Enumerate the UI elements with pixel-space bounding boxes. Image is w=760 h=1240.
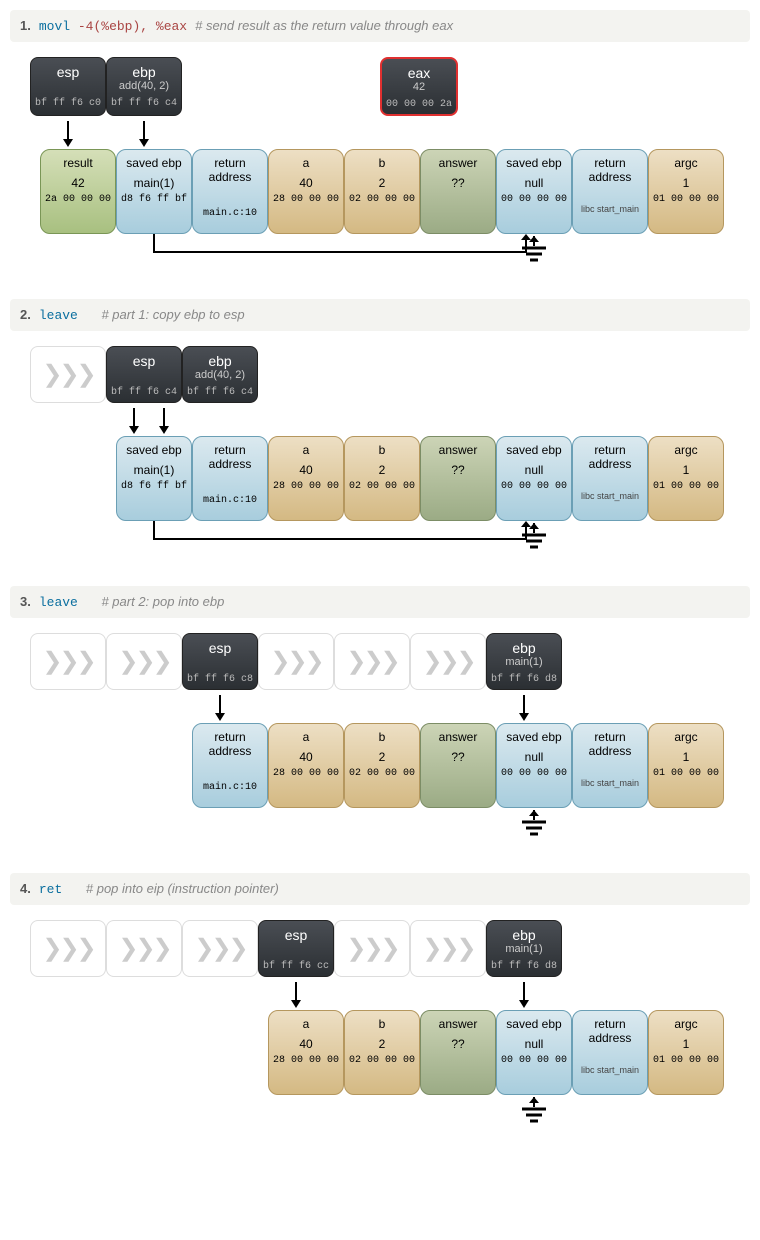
stack-cell: a 40 28 00 00 00 — [268, 723, 344, 808]
ghost-slot: ❯❯❯ — [182, 920, 258, 977]
stack-cell: result 42 2a 00 00 00 — [40, 149, 116, 234]
register-ebp: ebp add(40, 2) bf ff f6 c4 — [106, 57, 182, 116]
ghost-slot: ❯❯❯ — [30, 920, 106, 977]
stack-cell: saved ebp main(1) d8 f6 ff bf — [116, 436, 192, 521]
stack-cell: b 2 02 00 00 00 — [344, 723, 420, 808]
ghost-slot: ❯❯❯ — [258, 633, 334, 690]
stack-cell: return address libc start_main — [572, 1010, 648, 1095]
ghost-slot: ❯❯❯ — [30, 346, 106, 403]
register-eax: eax 42 00 00 00 2a — [380, 57, 458, 116]
instruction: leave — [39, 308, 94, 323]
stack-cell: return address libc start_main — [572, 436, 648, 521]
comment: # send result as the return value throug… — [195, 18, 453, 33]
step-header: 1. movl -4(%ebp), %eax # send result as … — [10, 10, 750, 42]
ghost-slot: ❯❯❯ — [106, 633, 182, 690]
stack-cell: answer ?? — [420, 723, 496, 808]
ground-icon — [519, 810, 549, 838]
register-ebp: ebp main(1) bf ff f6 d8 — [486, 633, 562, 690]
ghost-slot: ❯❯❯ — [106, 920, 182, 977]
ghost-slot: ❯❯❯ — [30, 633, 106, 690]
stack-cell: answer ?? — [420, 1010, 496, 1095]
instruction: leave — [39, 595, 94, 610]
stack-cell: argc 1 01 00 00 00 — [648, 723, 724, 808]
stack-cell: argc 1 01 00 00 00 — [648, 149, 724, 234]
stack-cell: return address libc start_main — [572, 723, 648, 808]
ground-icon — [519, 1097, 549, 1125]
register-esp: esp bf ff f6 c4 — [106, 346, 182, 403]
stack-cell: saved ebp null 00 00 00 00 — [496, 1010, 572, 1095]
register-ebp: ebp add(40, 2) bf ff f6 c4 — [182, 346, 258, 403]
comment: # part 2: pop into ebp — [101, 594, 224, 609]
stack-cell: a 40 28 00 00 00 — [268, 1010, 344, 1095]
register-esp: esp bf ff f6 c8 — [182, 633, 258, 690]
stack-cell: b 2 02 00 00 00 — [344, 1010, 420, 1095]
step-header: 3. leave # part 2: pop into ebp — [10, 586, 750, 618]
instruction: ret — [39, 882, 78, 897]
stack-cell: return address main.c:10 — [192, 436, 268, 521]
ghost-slot: ❯❯❯ — [410, 920, 486, 977]
stack-cell: b 2 02 00 00 00 — [344, 149, 420, 234]
register-esp: esp bf ff f6 c0 — [30, 57, 106, 116]
stack-cell: b 2 02 00 00 00 — [344, 436, 420, 521]
stack-cell: return address main.c:10 — [192, 149, 268, 234]
ghost-slot: ❯❯❯ — [334, 633, 410, 690]
stack-cell: argc 1 01 00 00 00 — [648, 1010, 724, 1095]
stack-cell: saved ebp null 00 00 00 00 — [496, 149, 572, 234]
ground-icon — [519, 523, 549, 551]
stack-cell: saved ebp null 00 00 00 00 — [496, 436, 572, 521]
stack-cell: a 40 28 00 00 00 — [268, 436, 344, 521]
step-header: 4. ret # pop into eip (instruction point… — [10, 873, 750, 905]
step-header: 2. leave # part 1: copy ebp to esp — [10, 299, 750, 331]
stack-cell: return address libc start_main — [572, 149, 648, 234]
instruction: movl -4(%ebp), %eax — [39, 19, 187, 34]
stack-cell: a 40 28 00 00 00 — [268, 149, 344, 234]
stack-cell: answer ?? — [420, 436, 496, 521]
comment: # pop into eip (instruction pointer) — [86, 881, 279, 896]
stack-cell: saved ebp null 00 00 00 00 — [496, 723, 572, 808]
register-esp: esp bf ff f6 cc — [258, 920, 334, 977]
stack-cell: answer ?? — [420, 149, 496, 234]
stack-cell: return address main.c:10 — [192, 723, 268, 808]
ground-icon — [519, 236, 549, 264]
comment: # part 1: copy ebp to esp — [101, 307, 244, 322]
stack-cell: saved ebp main(1) d8 f6 ff bf — [116, 149, 192, 234]
register-ebp: ebp main(1) bf ff f6 d8 — [486, 920, 562, 977]
ghost-slot: ❯❯❯ — [334, 920, 410, 977]
ghost-slot: ❯❯❯ — [410, 633, 486, 690]
stack-cell: argc 1 01 00 00 00 — [648, 436, 724, 521]
